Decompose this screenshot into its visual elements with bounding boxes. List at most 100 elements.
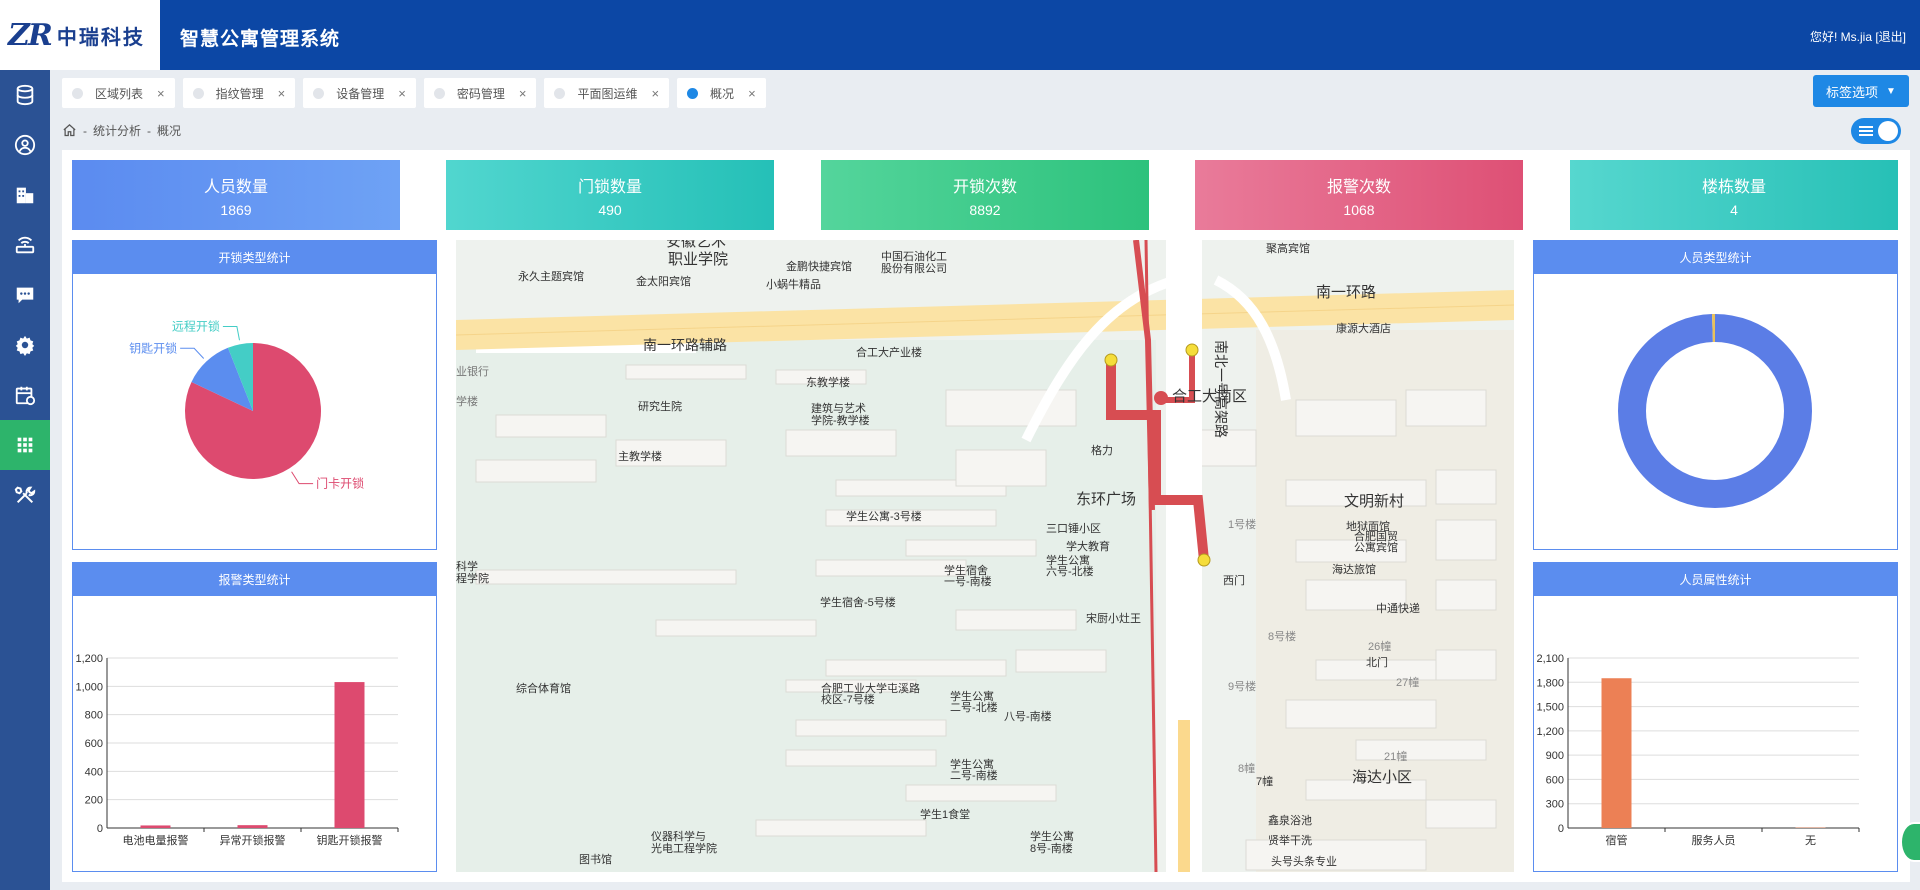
map-label: 学生1食堂 xyxy=(920,807,970,821)
map-label: 学生公寓 xyxy=(1046,553,1090,567)
y-tick-label: 1,000 xyxy=(75,681,103,693)
app-title: 智慧公寓管理系统 xyxy=(180,29,341,50)
map-label: 海达小区 xyxy=(1352,769,1412,786)
close-icon[interactable]: × xyxy=(278,86,286,101)
map-label: 中国石油化工 xyxy=(881,249,947,263)
sidebar-item-statistics[interactable] xyxy=(0,420,50,470)
close-icon[interactable]: × xyxy=(651,86,659,101)
map-label: 股份有限公司 xyxy=(881,261,947,275)
y-tick-label: 800 xyxy=(85,710,103,722)
y-tick-label: 200 xyxy=(85,795,103,807)
y-tick-label: 1,500 xyxy=(1536,702,1564,714)
panel-title: 人员属性统计 xyxy=(1534,563,1897,596)
router-icon xyxy=(15,236,35,254)
map-label: 职业学院 xyxy=(668,250,728,268)
donut-segment xyxy=(1618,314,1812,508)
logo-text: 中瑞科技 xyxy=(56,26,145,49)
campus-map[interactable]: 安徽艺术 职业学院 中国石油化工 股份有限公司 永久主题宾馆 金太阳宾馆 小蜗牛… xyxy=(456,240,1514,872)
close-icon[interactable]: × xyxy=(157,86,165,101)
pie-label-line xyxy=(180,347,205,359)
map-label: 南一环路 xyxy=(1316,284,1376,301)
pie-label: 钥匙开锁 xyxy=(129,340,177,355)
map-label: 主教学楼 xyxy=(618,449,662,463)
pie-label-line xyxy=(291,471,314,485)
map-label: 综合体育馆 xyxy=(516,681,571,695)
map-label: 康源大酒店 xyxy=(1336,321,1391,335)
tab-dot xyxy=(433,87,445,99)
map-label: 宋厨小灶王 xyxy=(1086,611,1141,625)
tab-dot xyxy=(313,87,325,99)
stat-card-unlocks: 开锁次数 8892 xyxy=(821,160,1149,230)
map-label: 南一环路辅路 xyxy=(643,337,727,353)
map-label: 学生公寓 xyxy=(1030,829,1074,843)
map-label: 八号-南楼 xyxy=(1004,709,1052,723)
breadcrumb-statistics[interactable]: 统计分析 xyxy=(93,122,141,139)
x-tick-label: 宿管 xyxy=(1606,833,1628,847)
close-icon[interactable]: × xyxy=(519,86,527,101)
stat-label: 开锁次数 xyxy=(952,179,1017,196)
stat-card-locks: 门锁数量 490 xyxy=(446,160,774,230)
person-attr-panel: 人员属性统计 0 300 600 900 1,200 1,500 1,800 2,100 宿管 服… xyxy=(1533,562,1898,872)
logo-mark: ZR xyxy=(8,17,53,53)
database-icon xyxy=(16,84,34,106)
map-label: 六号-北楼 xyxy=(1046,564,1094,578)
panel-title: 报警类型统计 xyxy=(73,563,436,596)
bar xyxy=(237,825,268,828)
y-tick-label: 1,800 xyxy=(1536,677,1564,689)
sidebar-item-settings[interactable] xyxy=(0,320,50,370)
map-label: 一号-南楼 xyxy=(944,574,992,588)
stat-card-persons: 人员数量 1869 xyxy=(72,160,400,230)
pie-label-line xyxy=(222,326,240,341)
x-tick-label: 钥匙开锁报警 xyxy=(317,833,383,847)
tab-area-list[interactable]: 区域列表 × xyxy=(62,78,175,108)
menu-toggle[interactable] xyxy=(1851,118,1901,144)
map-label: 金鹏快捷宾馆 xyxy=(786,259,852,273)
sidebar-item-tools[interactable] xyxy=(0,470,50,520)
sidebar-item-user[interactable] xyxy=(0,120,50,170)
map-label: 格力 xyxy=(1091,443,1113,457)
tab-password[interactable]: 密码管理 × xyxy=(423,78,537,108)
tab-dot xyxy=(192,87,204,99)
breadcrumb-separator: - xyxy=(147,123,152,138)
map-label: 东环广场 xyxy=(1076,491,1136,508)
close-icon[interactable]: × xyxy=(398,86,406,101)
sidebar-item-message[interactable] xyxy=(0,270,50,320)
tab-fingerprint[interactable]: 指纹管理 × xyxy=(182,78,296,108)
sidebar-item-database[interactable] xyxy=(0,70,50,120)
metro-exit-a xyxy=(1185,343,1199,357)
tag-options-button[interactable]: 标签选项 ▼ xyxy=(1813,75,1909,107)
sidebar-item-router[interactable] xyxy=(0,220,50,270)
y-tick-label: 600 xyxy=(1546,774,1564,786)
map-label: 中通快递 xyxy=(1376,601,1420,615)
sidebar-item-building[interactable] xyxy=(0,170,50,220)
breadcrumb: - 统计分析 - 概况 xyxy=(62,122,181,139)
tab-floorplan[interactable]: 平面图运维 × xyxy=(544,78,670,108)
close-icon[interactable]: × xyxy=(748,86,756,101)
y-tick-label: 1,200 xyxy=(1536,726,1564,738)
user-greeting[interactable]: 您好! Ms.jia [退出] xyxy=(1810,28,1906,45)
map-label: 二号-北楼 xyxy=(950,700,998,714)
tab-label: 设备管理 xyxy=(336,86,385,101)
person-attr-bar-chart: 0 300 600 900 1,200 1,500 1,800 2,100 宿管 服务人员 无 xyxy=(1536,653,1860,847)
bar xyxy=(140,825,171,828)
map-label: 科学 xyxy=(456,559,478,573)
tag-options-label: 标签选项 xyxy=(1826,84,1879,100)
map-canvas[interactable]: 安徽艺术 职业学院 中国石油化工 股份有限公司 永久主题宾馆 金太阳宾馆 小蜗牛… xyxy=(456,240,1514,872)
tab-label: 概况 xyxy=(710,86,735,101)
home-icon[interactable] xyxy=(62,123,77,138)
calendar-icon xyxy=(15,386,36,406)
map-label: 光电工程学院 xyxy=(651,841,717,855)
map-label: 26幢 xyxy=(1368,639,1391,653)
stat-value: 8892 xyxy=(969,202,1001,218)
y-tick-label: 0 xyxy=(97,823,103,835)
stat-label: 楼栋数量 xyxy=(1701,179,1766,196)
sidebar-item-calendar[interactable] xyxy=(0,370,50,420)
map-label: 校区-7号楼 xyxy=(821,692,875,706)
building-icon xyxy=(16,187,34,204)
map-label: 文明新村 xyxy=(1344,493,1404,510)
top-bar: ZR 中瑞科技 智慧公寓管理系统 您好! Ms.jia [退出] xyxy=(0,0,1920,70)
map-label: 27幢 xyxy=(1396,675,1419,689)
tab-device[interactable]: 设备管理 × xyxy=(303,78,416,108)
map-label: 8号-南楼 xyxy=(1030,841,1073,855)
tab-overview[interactable]: 概况 × xyxy=(677,78,766,108)
